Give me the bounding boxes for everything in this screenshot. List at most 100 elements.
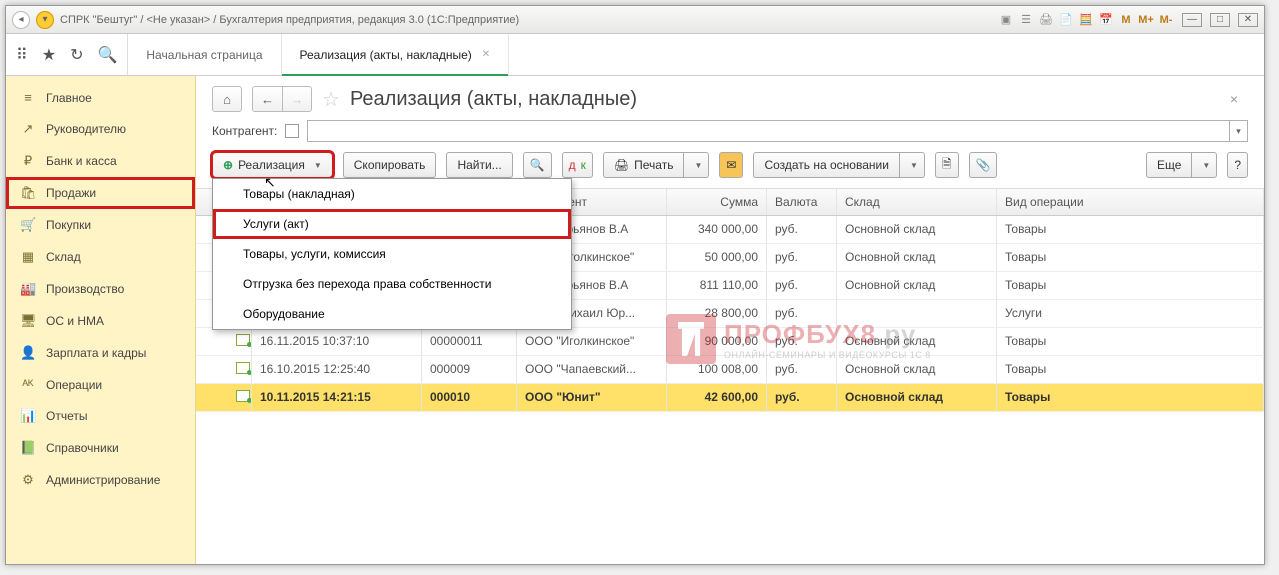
window-title: СПРК "Бештуг" / <Не указан> / Бухгалтери… — [60, 14, 992, 26]
contragent-input[interactable] — [308, 121, 1229, 141]
sidebar-icon: 🛒 — [20, 217, 36, 233]
close-button[interactable]: ✕ — [1238, 13, 1258, 27]
chevron-down-icon: ▼ — [314, 161, 322, 170]
back-button[interactable]: ← — [252, 86, 282, 112]
topbar-quick: ⠿ ★ ↻ 🔍 — [6, 34, 128, 75]
sidebar-item[interactable]: ▦ Склад — [6, 241, 195, 273]
sidebar-item[interactable]: ⚙Администрирование — [6, 464, 195, 496]
sidebar-item[interactable]: 🛒Покупки — [6, 209, 195, 241]
tool-icon[interactable]: 📅 — [1098, 12, 1114, 28]
filter-checkbox[interactable] — [285, 124, 299, 138]
sidebar-item[interactable]: 🖥ОС и НМА — [6, 305, 195, 337]
sidebar-icon: ₽ — [20, 153, 36, 169]
doc-button[interactable]: 🗎 — [935, 152, 959, 178]
sidebar-item-label: ОС и НМА — [46, 314, 104, 328]
titlebar: ◂ ▾ СПРК "Бештуг" / <Не указан> / Бухгал… — [6, 6, 1264, 34]
more-button[interactable]: Еще — [1146, 152, 1192, 178]
attach-button[interactable]: 📎 — [969, 152, 998, 178]
th-store[interactable]: Склад — [837, 189, 997, 215]
sidebar: ≡ Главное ↗ Руководителю ₽Банк и касса🛍Прода… — [6, 76, 196, 564]
dropdown-item[interactable]: Товары, услуги, комиссия — [213, 239, 571, 269]
doc-icon — [236, 334, 250, 346]
app-window: ◂ ▾ СПРК "Бештуг" / <Не указан> / Бухгал… — [5, 5, 1265, 565]
tab-realization[interactable]: Реализация (акты, накладные)✕ — [282, 34, 510, 75]
more-dropdown-button[interactable]: ▼ — [1192, 152, 1217, 178]
sidebar-icon: ↗ — [20, 121, 36, 137]
sidebar-icon: 🛍 — [20, 185, 36, 201]
mode-mplus[interactable]: M+ — [1138, 12, 1154, 28]
sidebar-item[interactable]: ≡ Главное — [6, 82, 195, 113]
create-based-dropdown-button[interactable]: ▼ — [900, 152, 925, 178]
sidebar-icon: ≡ — [20, 90, 36, 105]
sidebar-item[interactable]: 📊Отчеты — [6, 400, 195, 432]
home-button[interactable]: ⌂ — [212, 86, 242, 112]
history-icon[interactable]: ↻ — [70, 45, 83, 65]
tool-icon[interactable]: ▣ — [998, 12, 1014, 28]
mail-button[interactable]: ✉ — [719, 152, 743, 178]
sidebar-icon: 🏭 — [20, 281, 36, 297]
sidebar-item[interactable]: ↗ Руководителю — [6, 113, 195, 145]
sidebar-item[interactable]: 📗Справочники — [6, 432, 195, 464]
filter-dropdown-icon[interactable]: ▾ — [1229, 121, 1247, 141]
page-title: Реализация (акты, накладные) — [350, 88, 637, 111]
minimize-button[interactable]: — — [1182, 13, 1202, 27]
printer-icon: 🖨 — [614, 158, 629, 172]
maximize-button[interactable]: □ — [1210, 13, 1230, 27]
clear-filter-button[interactable]: 🔍 — [523, 152, 552, 178]
tool-icon[interactable]: 🧮 — [1078, 12, 1094, 28]
nav-back-icon[interactable]: ◂ — [12, 11, 30, 29]
sidebar-item-label: Производство — [46, 282, 124, 296]
cursor-icon: ↖ — [264, 174, 276, 191]
tab-bar: Начальная страница Реализация (акты, нак… — [128, 34, 509, 75]
dropdown-item[interactable]: Услуги (акт) — [213, 209, 571, 239]
body: ≡ Главное ↗ Руководителю ₽Банк и касса🛍Прода… — [6, 76, 1264, 564]
sidebar-item-label: Зарплата и кадры — [46, 346, 146, 360]
sidebar-item[interactable]: 🛍Продажи — [6, 177, 195, 209]
close-page-icon[interactable]: × — [1230, 91, 1248, 107]
mode-m[interactable]: M — [1118, 12, 1134, 28]
sidebar-item[interactable]: 🏭 Производство — [6, 273, 195, 305]
table-row[interactable]: 10.11.2015 14:21:15000010ООО "Юнит"42 60… — [196, 384, 1264, 412]
dk-button[interactable]: дк — [562, 152, 593, 178]
tab-start[interactable]: Начальная страница — [128, 34, 281, 75]
create-based-button[interactable]: Создать на основании — [753, 152, 900, 178]
sidebar-item[interactable]: ₽Банк и касса — [6, 145, 195, 177]
table-row[interactable]: 16.11.2015 10:37:1000000011ООО "Иголкинс… — [196, 328, 1264, 356]
sidebar-item-label: Руководителю — [46, 122, 126, 136]
sidebar-item-label: Склад — [46, 250, 81, 264]
sidebar-icon: ⚙ — [20, 472, 36, 488]
tab-close-icon[interactable]: ✕ — [482, 49, 490, 60]
apps-icon[interactable]: ⠿ — [16, 45, 28, 65]
tool-icon[interactable]: ☰ — [1018, 12, 1034, 28]
th-sum[interactable]: Сумма — [667, 189, 767, 215]
sidebar-item-label: Операции — [46, 378, 102, 392]
tool-icon[interactable]: 📄 — [1058, 12, 1074, 28]
sidebar-icon: 📗 — [20, 440, 36, 456]
help-button[interactable]: ? — [1227, 152, 1248, 178]
print-button[interactable]: 🖨Печать — [603, 152, 685, 178]
dropdown-item[interactable]: Оборудование — [213, 299, 571, 329]
th-op[interactable]: Вид операции — [997, 189, 1264, 215]
th-cur[interactable]: Валюта — [767, 189, 837, 215]
find-button[interactable]: Найти... — [446, 152, 512, 178]
sidebar-item[interactable]: 👤Зарплата и кадры — [6, 337, 195, 369]
main-area: ⌂ ← → ☆ Реализация (акты, накладные) × К… — [196, 76, 1264, 564]
favorite-icon[interactable]: ☆ — [322, 87, 340, 112]
realize-dropdown: Товары (накладная)Услуги (акт)Товары, ус… — [212, 178, 572, 330]
sidebar-item-label: Главное — [46, 91, 92, 105]
nav-down-icon[interactable]: ▾ — [36, 11, 54, 29]
filter-input[interactable]: ▾ — [307, 120, 1248, 142]
tool-icon[interactable]: 🖨 — [1038, 12, 1054, 28]
copy-button[interactable]: Скопировать — [343, 152, 437, 178]
mode-mminus[interactable]: M- — [1158, 12, 1174, 28]
titlebar-tools: ▣ ☰ 🖨 📄 🧮 📅 M M+ M- — □ ✕ — [998, 12, 1258, 28]
dropdown-item[interactable]: Отгрузка без перехода права собственност… — [213, 269, 571, 299]
star-icon[interactable]: ★ — [42, 45, 56, 65]
search-icon[interactable]: 🔍 — [97, 45, 117, 65]
filter-label: Контрагент: — [212, 124, 277, 138]
table-row[interactable]: 16.10.2015 12:25:40000009ООО "Чапаевский… — [196, 356, 1264, 384]
sidebar-icon: ▦ — [20, 249, 36, 265]
forward-button[interactable]: → — [282, 86, 312, 112]
sidebar-item[interactable]: ᴬᴷОперации — [6, 369, 195, 400]
print-dropdown-button[interactable]: ▼ — [684, 152, 709, 178]
